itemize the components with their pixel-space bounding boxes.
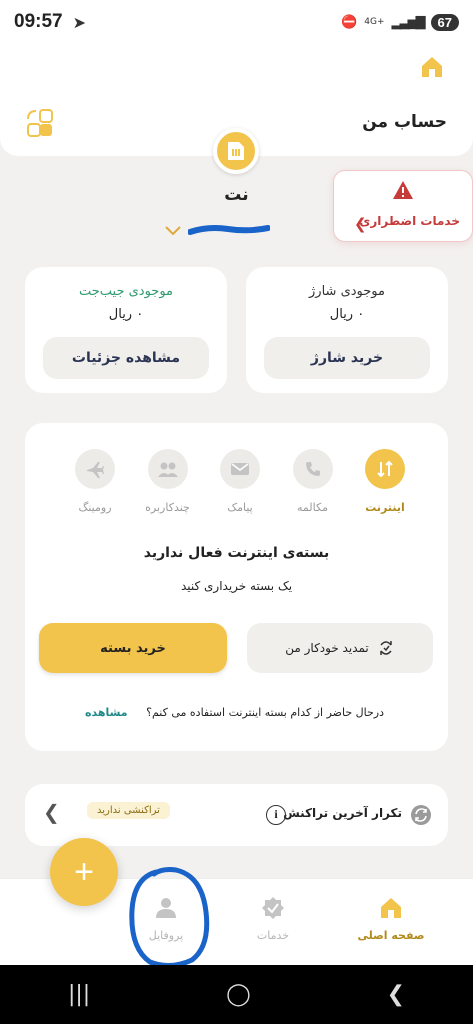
internet-icon xyxy=(365,449,405,489)
refresh-icon xyxy=(411,805,431,825)
nav-home[interactable]: صفحه اصلی xyxy=(346,895,436,942)
info-icon[interactable]: i xyxy=(266,805,286,825)
sms-icon xyxy=(220,449,260,489)
wallet-balance-card: موجودی جیب‌جت ۰ ریال مشاهده جزئیات xyxy=(25,267,227,393)
buy-charge-button[interactable]: خرید شارژ xyxy=(264,337,430,379)
tab-calls[interactable]: مکالمه xyxy=(283,449,343,529)
emergency-services-button[interactable]: ❮ خدمات اضطراری xyxy=(333,170,473,242)
nav-label: صفحه اصلی xyxy=(357,929,425,942)
add-button[interactable]: + xyxy=(50,838,118,906)
no-transaction-badge: تراکنشی ندارید xyxy=(87,802,170,819)
tab-label: پیامک xyxy=(227,501,253,514)
tab-multi-user[interactable]: چندکاربره xyxy=(138,449,198,529)
nav-label: خدمات xyxy=(256,929,290,942)
tab-label: چندکاربره xyxy=(145,501,190,514)
services-badge-icon xyxy=(262,897,284,919)
page-title: حساب من xyxy=(362,112,447,132)
home-icon xyxy=(381,898,401,918)
tab-label: اینترنت xyxy=(365,501,405,514)
tab-label: مکالمه xyxy=(297,501,328,514)
tab-sms[interactable]: پیامک xyxy=(210,449,270,529)
repeat-transaction-label: تکرار آخرین تراکنش xyxy=(283,806,402,820)
home-icon[interactable] xyxy=(419,54,445,80)
auto-renew-button[interactable]: تمدید خودکار من xyxy=(247,623,433,673)
wallet-balance-title: موجودی جیب‌جت xyxy=(78,284,174,299)
dnd-icon: ⛔ xyxy=(341,14,358,30)
tab-roaming[interactable]: رومینگ xyxy=(65,449,125,529)
current-package-question: درحال حاضر از کدام بسته اینترنت استفاده … xyxy=(146,706,384,719)
renew-icon xyxy=(380,641,392,655)
back-icon[interactable]: ❮ xyxy=(387,982,405,1007)
telegram-icon: ➤ xyxy=(72,12,87,32)
airplane-icon xyxy=(75,449,115,489)
nav-services[interactable]: خدمات xyxy=(228,895,318,942)
buy-package-button[interactable]: خرید بسته xyxy=(39,623,227,673)
charge-balance-title: موجودی شارژ xyxy=(309,284,385,299)
annotation-circle xyxy=(129,867,210,968)
plus-icon: + xyxy=(74,852,94,891)
system-nav-bar: ||| ◯ ❮ xyxy=(0,965,473,1024)
recent-apps-icon[interactable]: ||| xyxy=(68,982,90,1007)
network-label: 4G+ xyxy=(364,17,385,27)
charge-balance-amount: ۰ ریال xyxy=(329,307,365,322)
home-button-icon[interactable]: ◯ xyxy=(226,982,251,1007)
warning-icon xyxy=(393,181,413,199)
status-time: 09:57 xyxy=(14,11,63,32)
redacted-number xyxy=(188,225,270,235)
no-package-message: بسته‌ی اینترنت فعال ندارید xyxy=(143,545,330,561)
service-tabs: اینترنت مکالمه پیامک چندکاربره رومینگ xyxy=(65,449,415,529)
switch-account-icon[interactable] xyxy=(24,107,56,139)
chevron-down-icon[interactable] xyxy=(163,224,183,238)
phone-icon xyxy=(292,449,333,489)
status-bar: 09:57 ➤ ⛔ 4G+ ▂▃▅▇ 67 xyxy=(0,0,473,44)
sim-icon xyxy=(213,128,259,174)
repeat-transaction-card[interactable]: تکرار آخرین تراکنش i تراکنشی ندارید ❮ xyxy=(25,784,448,846)
tab-label: رومینگ xyxy=(78,501,112,514)
signal-icon: ▂▃▅▇ xyxy=(391,14,426,30)
chevron-left-icon[interactable]: ❮ xyxy=(43,800,60,824)
services-card: اینترنت مکالمه پیامک چندکاربره رومینگ بس… xyxy=(25,423,448,751)
view-current-package-link[interactable]: مشاهده xyxy=(85,706,128,719)
auto-renew-label: تمدید خودکار من xyxy=(285,641,369,655)
wallet-balance-amount: ۰ ریال xyxy=(108,307,144,322)
tab-internet[interactable]: اینترنت xyxy=(355,449,415,529)
buy-package-hint: یک بسته خریداری کنید xyxy=(180,579,293,593)
multi-user-icon xyxy=(147,449,188,489)
battery-indicator: 67 xyxy=(430,13,459,31)
status-icons: ⛔ 4G+ ▂▃▅▇ 67 xyxy=(341,13,459,31)
charge-balance-card: موجودی شارژ ۰ ریال خرید شارژ xyxy=(246,267,448,393)
emergency-label: خدمات اضطراری xyxy=(359,214,460,228)
view-details-button[interactable]: مشاهده جزئیات xyxy=(43,337,209,379)
